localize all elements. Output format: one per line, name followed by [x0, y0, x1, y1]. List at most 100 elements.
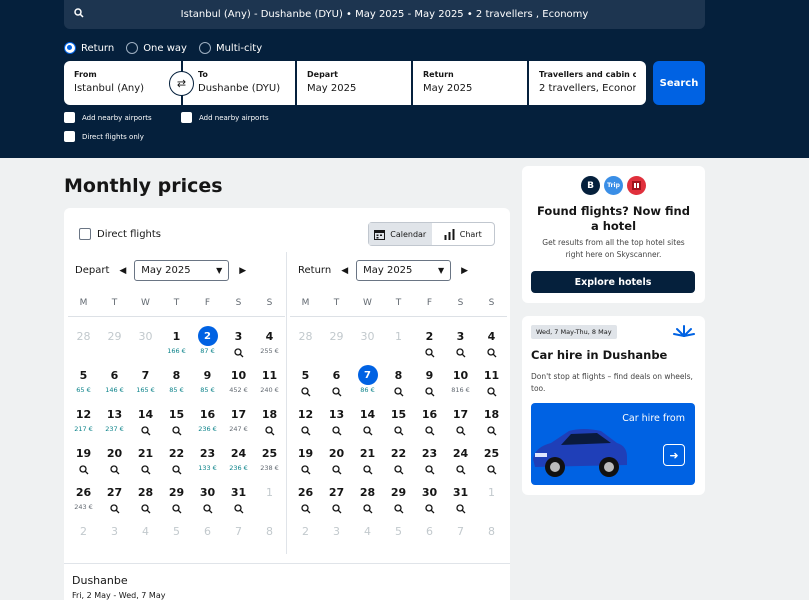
- calendar-day[interactable]: 26: [290, 478, 321, 517]
- return-field[interactable]: Return May 2025: [413, 61, 527, 105]
- calendar-day[interactable]: 20: [321, 439, 352, 478]
- next-month-icon[interactable]: ▶: [239, 266, 246, 276]
- calendar-day[interactable]: 6: [321, 361, 352, 400]
- depart-month-select[interactable]: May 2025 ▼: [134, 260, 230, 281]
- calendar-day[interactable]: 23 133 €: [192, 439, 223, 478]
- calendar-day[interactable]: 31: [223, 478, 254, 517]
- next-month-icon[interactable]: ▶: [461, 266, 468, 276]
- prev-month-icon[interactable]: ◀: [341, 266, 348, 276]
- swap-icon[interactable]: ⇄: [169, 71, 194, 96]
- calendar-day[interactable]: 8: [383, 361, 414, 400]
- calendar-day: 8: [476, 517, 507, 556]
- calendar-day[interactable]: 15: [383, 400, 414, 439]
- calendar-day[interactable]: 10 452 €: [223, 361, 254, 400]
- calendar-day[interactable]: 5: [290, 361, 321, 400]
- calendar-day[interactable]: 18: [476, 400, 507, 439]
- calendar-day[interactable]: 27: [99, 478, 130, 517]
- calendar-day[interactable]: 10 816 €: [445, 361, 476, 400]
- day-number: 26: [75, 485, 92, 499]
- calendar-day[interactable]: 16: [414, 400, 445, 439]
- calendar-day[interactable]: 16 236 €: [192, 400, 223, 439]
- calendar-day[interactable]: 24: [445, 439, 476, 478]
- calendar-day[interactable]: 17 247 €: [223, 400, 254, 439]
- chart-view-button[interactable]: Chart: [432, 223, 495, 245]
- checkbox-icon: [79, 228, 91, 240]
- calendar-day[interactable]: 25: [476, 439, 507, 478]
- calendar-day[interactable]: 19: [68, 439, 99, 478]
- calendar-day[interactable]: 19: [290, 439, 321, 478]
- calendar-day[interactable]: 14: [352, 400, 383, 439]
- skyscanner-logo-icon: [673, 325, 695, 337]
- radio-icon: [64, 42, 76, 54]
- calendar-day[interactable]: 8 85 €: [161, 361, 192, 400]
- calendar-day[interactable]: 13: [321, 400, 352, 439]
- search-icon: [424, 387, 434, 397]
- search-summary-bar[interactable]: Istanbul (Any) - Dushanbe (DYU) • May 20…: [64, 0, 705, 29]
- direct-flights-filter[interactable]: Direct flights: [79, 228, 161, 240]
- calendar-day[interactable]: 6 146 €: [99, 361, 130, 400]
- calendar-day[interactable]: 29: [161, 478, 192, 517]
- calendar-day[interactable]: 25 238 €: [254, 439, 285, 478]
- day-price: 238 €: [260, 464, 279, 472]
- calendar-day[interactable]: 2 87 €: [192, 322, 223, 361]
- calendar-day[interactable]: 21: [352, 439, 383, 478]
- search-icon: [171, 426, 181, 436]
- calendar-day[interactable]: 28: [130, 478, 161, 517]
- explore-hotels-button[interactable]: Explore hotels: [531, 271, 695, 293]
- calendar-day[interactable]: 17: [445, 400, 476, 439]
- nearby-to-checkbox[interactable]: Add nearby airports: [181, 112, 269, 123]
- calendar-day[interactable]: 4 255 €: [254, 322, 285, 361]
- arrow-right-icon[interactable]: ➜: [663, 444, 685, 466]
- car-hire-banner[interactable]: Car hire from ➜: [531, 403, 695, 485]
- calendar-day[interactable]: 22: [383, 439, 414, 478]
- calendar-day[interactable]: 14: [130, 400, 161, 439]
- to-field[interactable]: To Dushanbe (DYU): [183, 61, 295, 105]
- car-hire-card[interactable]: Wed, 7 May-Thu, 8 May Car hire in Dushan…: [522, 316, 705, 495]
- calendar-day[interactable]: 2: [414, 322, 445, 361]
- calendar-day[interactable]: 12 217 €: [68, 400, 99, 439]
- trip-return-option[interactable]: Return: [64, 42, 114, 54]
- direct-only-checkbox[interactable]: Direct flights only: [64, 131, 144, 142]
- calendar-day[interactable]: 12: [290, 400, 321, 439]
- calendar-day[interactable]: 26 243 €: [68, 478, 99, 517]
- day-number: 8: [266, 524, 273, 538]
- calendar-day[interactable]: 11: [476, 361, 507, 400]
- calendar-day[interactable]: 23: [414, 439, 445, 478]
- calendar-day[interactable]: 11 240 €: [254, 361, 285, 400]
- calendar-day[interactable]: 3: [223, 322, 254, 361]
- calendar-day[interactable]: 30: [414, 478, 445, 517]
- calendar-day[interactable]: 21: [130, 439, 161, 478]
- calendar-day[interactable]: 15: [161, 400, 192, 439]
- search-button[interactable]: Search: [653, 61, 705, 105]
- calendar-day[interactable]: 9: [414, 361, 445, 400]
- calendar-day[interactable]: 20: [99, 439, 130, 478]
- depart-field[interactable]: Depart May 2025: [297, 61, 411, 105]
- calendar-day[interactable]: 31: [445, 478, 476, 517]
- calendar-day[interactable]: 30: [192, 478, 223, 517]
- calendar-day[interactable]: 1 166 €: [161, 322, 192, 361]
- calendar-day[interactable]: 27: [321, 478, 352, 517]
- nearby-from-checkbox[interactable]: Add nearby airports: [64, 112, 152, 123]
- travellers-field[interactable]: Travellers and cabin cl... 2 travellers, …: [529, 61, 646, 105]
- calendar-day[interactable]: 18: [254, 400, 285, 439]
- return-month-select[interactable]: May 2025 ▼: [356, 260, 452, 281]
- calendar-day[interactable]: 29: [383, 478, 414, 517]
- prev-month-icon[interactable]: ◀: [119, 266, 126, 276]
- trip-multicity-option[interactable]: Multi-city: [198, 42, 262, 54]
- calendar-day[interactable]: 3: [445, 322, 476, 361]
- from-field[interactable]: From Istanbul (Any): [64, 61, 181, 105]
- calendar-day[interactable]: 22: [161, 439, 192, 478]
- calendar-day[interactable]: 28: [352, 478, 383, 517]
- day-number: 12: [297, 407, 314, 421]
- trip-oneway-option[interactable]: One way: [126, 42, 187, 54]
- calendar-day[interactable]: 5 65 €: [68, 361, 99, 400]
- calendar-day[interactable]: 13 237 €: [99, 400, 130, 439]
- calendar-day[interactable]: 7 86 €: [352, 361, 383, 400]
- return-value: May 2025: [423, 83, 473, 94]
- calendar-view-button[interactable]: Calendar: [369, 223, 432, 245]
- day-price: 255 €: [260, 347, 279, 355]
- calendar-day[interactable]: 7 165 €: [130, 361, 161, 400]
- calendar-day[interactable]: 4: [476, 322, 507, 361]
- calendar-day[interactable]: 24 236 €: [223, 439, 254, 478]
- calendar-day[interactable]: 9 85 €: [192, 361, 223, 400]
